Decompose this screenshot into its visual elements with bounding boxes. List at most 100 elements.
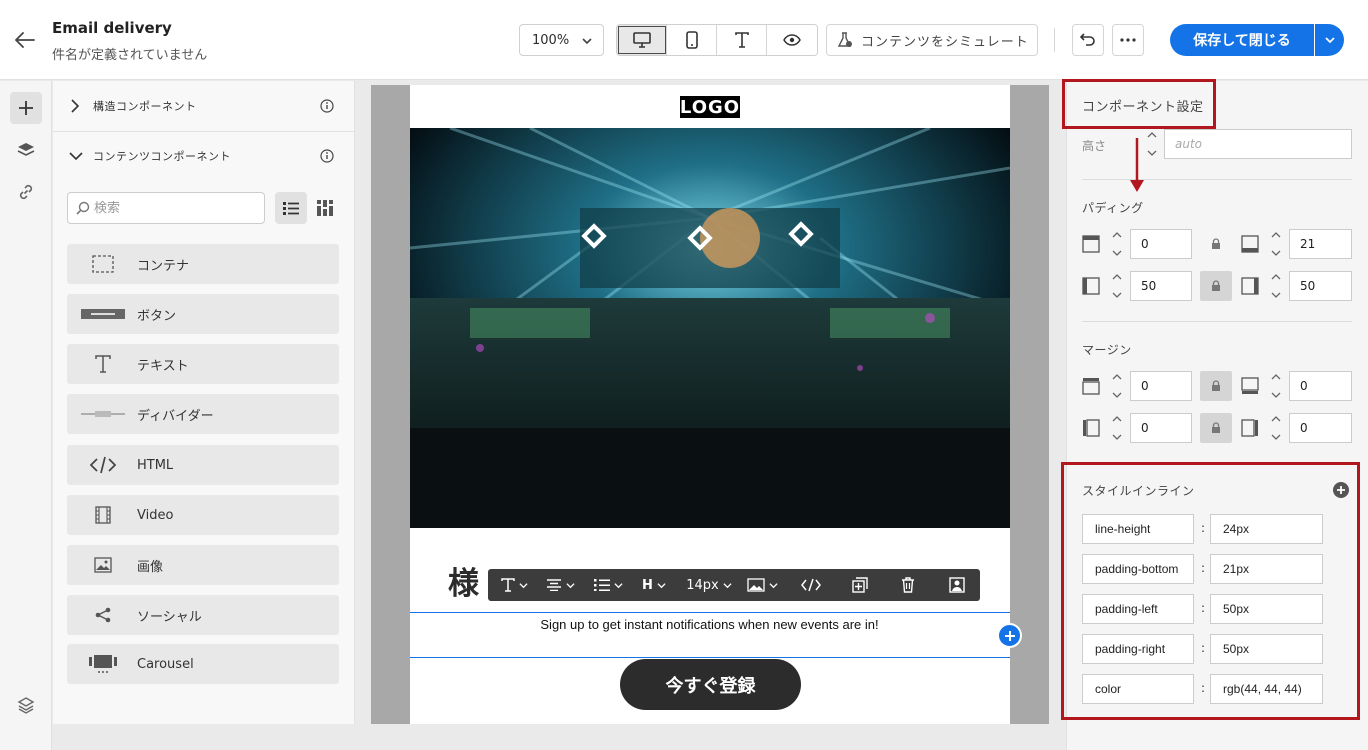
- list-icon: [593, 579, 610, 591]
- padding-right-input[interactable]: 50: [1289, 271, 1352, 301]
- style-value-input[interactable]: rgb(44, 44, 44): [1210, 674, 1323, 704]
- components-panel: 構造コンポーネント コンテンツコンポーネント コンテナ ボタン テキスト ディバ…: [53, 81, 355, 724]
- padding-left-input[interactable]: 50: [1130, 271, 1192, 301]
- component-carousel[interactable]: Carousel: [67, 644, 339, 684]
- style-key-input[interactable]: padding-left: [1082, 594, 1194, 624]
- padding-lock-toggle[interactable]: [1200, 229, 1232, 259]
- style-value-input[interactable]: 50px: [1210, 634, 1323, 664]
- component-container[interactable]: コンテナ: [67, 244, 339, 284]
- save-options-dropdown[interactable]: [1315, 24, 1344, 56]
- insert-image-dropdown[interactable]: [742, 569, 782, 601]
- page-subtitle: 件名が定義されていません: [52, 48, 208, 63]
- structure-components-header[interactable]: 構造コンポーネント: [53, 81, 355, 131]
- more-options-button[interactable]: [1112, 24, 1144, 56]
- image-icon: [746, 578, 765, 592]
- search-input[interactable]: [94, 200, 254, 216]
- simulate-content-button[interactable]: コンテンツをシミュレート: [826, 24, 1038, 56]
- margin-right-input[interactable]: 0: [1289, 413, 1352, 443]
- chevron-up-icon: [1271, 232, 1281, 238]
- personalize-button[interactable]: [942, 569, 972, 601]
- style-key-input[interactable]: color: [1082, 674, 1194, 704]
- duplicate-button[interactable]: [845, 569, 875, 601]
- logo[interactable]: LOGO: [680, 96, 740, 118]
- style-key-input[interactable]: padding-right: [1082, 634, 1194, 664]
- component-divider[interactable]: ディバイダー: [67, 394, 339, 434]
- links-button[interactable]: [10, 176, 42, 208]
- height-input[interactable]: auto: [1164, 129, 1352, 159]
- source-code-button[interactable]: [796, 569, 826, 601]
- component-image[interactable]: 画像: [67, 545, 339, 585]
- chevron-down-icon: [723, 582, 732, 588]
- link-icon: [19, 184, 33, 200]
- component-html[interactable]: HTML: [67, 445, 339, 485]
- heading-dropdown[interactable]: H: [638, 569, 670, 601]
- component-video[interactable]: Video: [67, 495, 339, 535]
- margin-bottom-input[interactable]: 0: [1289, 371, 1352, 401]
- style-value-input[interactable]: 21px: [1210, 554, 1323, 584]
- zoom-select[interactable]: 100%: [519, 24, 604, 56]
- canvas-footer-strip: [53, 724, 1066, 750]
- info-icon[interactable]: [320, 149, 334, 163]
- margin-top-stepper[interactable]: [1105, 371, 1129, 401]
- padding-top-stepper[interactable]: [1105, 229, 1129, 259]
- margin-left-stepper[interactable]: [1105, 413, 1129, 443]
- chevron-right-icon: [71, 99, 80, 113]
- delete-button[interactable]: [893, 569, 923, 601]
- margin-right-icon: [1241, 419, 1258, 437]
- padding-top-input[interactable]: 0: [1130, 229, 1192, 259]
- component-button[interactable]: ボタン: [67, 294, 339, 334]
- image-icon: [81, 551, 125, 579]
- left-rail: [0, 81, 52, 750]
- margin-bottom-stepper[interactable]: [1264, 371, 1288, 401]
- register-now-button[interactable]: 今すぐ登録: [620, 659, 801, 710]
- content-components-label: コンテンツコンポーネント: [93, 150, 231, 163]
- padding-left-stepper[interactable]: [1105, 271, 1129, 301]
- mobile-view-button[interactable]: [667, 25, 717, 55]
- info-icon[interactable]: [320, 99, 334, 113]
- list-view-button[interactable]: [275, 192, 307, 224]
- preview-button[interactable]: [767, 25, 817, 55]
- content-components-header[interactable]: コンテンツコンポーネント: [53, 131, 355, 181]
- email-heading[interactable]: 様: [448, 558, 479, 603]
- save-and-close-button[interactable]: 保存して閉じる: [1170, 24, 1314, 56]
- font-size-value: 14px: [686, 577, 719, 593]
- add-components-button[interactable]: [10, 92, 42, 124]
- style-value-input[interactable]: 24px: [1210, 514, 1323, 544]
- padding-bottom-stepper[interactable]: [1264, 229, 1288, 259]
- margin-right-stepper[interactable]: [1264, 413, 1288, 443]
- height-label: 高さ: [1082, 139, 1107, 153]
- text-view-button[interactable]: [717, 25, 767, 55]
- layer-navigator-button[interactable]: [10, 689, 42, 721]
- padding-lock-toggle[interactable]: [1200, 271, 1232, 301]
- add-block-button[interactable]: [997, 623, 1022, 648]
- text-format-toolbar: H 14px: [488, 569, 980, 601]
- chevron-down-icon: [1271, 250, 1281, 256]
- list-dropdown[interactable]: [588, 569, 628, 601]
- desktop-view-button[interactable]: [617, 25, 667, 55]
- add-style-icon[interactable]: [1333, 482, 1349, 498]
- style-key-input[interactable]: padding-bottom: [1082, 554, 1194, 584]
- style-value-input[interactable]: 50px: [1210, 594, 1323, 624]
- font-size-dropdown[interactable]: 14px: [682, 569, 736, 601]
- layers-button[interactable]: [10, 134, 42, 166]
- padding-bottom-input[interactable]: 21: [1289, 229, 1352, 259]
- grid-view-button[interactable]: [309, 192, 341, 224]
- style-key-input[interactable]: line-height: [1082, 514, 1194, 544]
- margin-lock-toggle[interactable]: [1200, 371, 1232, 401]
- back-button[interactable]: [12, 28, 38, 52]
- margin-lock-toggle[interactable]: [1200, 413, 1232, 443]
- component-text[interactable]: テキスト: [67, 344, 339, 384]
- padding-right-stepper[interactable]: [1264, 271, 1288, 301]
- lock-icon: [1212, 422, 1220, 433]
- text-style-dropdown[interactable]: [494, 569, 534, 601]
- align-dropdown[interactable]: [540, 569, 580, 601]
- hero-image[interactable]: [410, 128, 1010, 528]
- chevron-up-icon: [1112, 232, 1122, 238]
- undo-button[interactable]: [1072, 24, 1104, 56]
- selected-text-block[interactable]: Sign up to get instant notifications whe…: [410, 612, 1010, 658]
- margin-top-input[interactable]: 0: [1130, 371, 1192, 401]
- component-social[interactable]: ソーシャル: [67, 595, 339, 635]
- desktop-icon: [632, 32, 651, 48]
- margin-left-input[interactable]: 0: [1130, 413, 1192, 443]
- height-stepper[interactable]: [1140, 129, 1164, 159]
